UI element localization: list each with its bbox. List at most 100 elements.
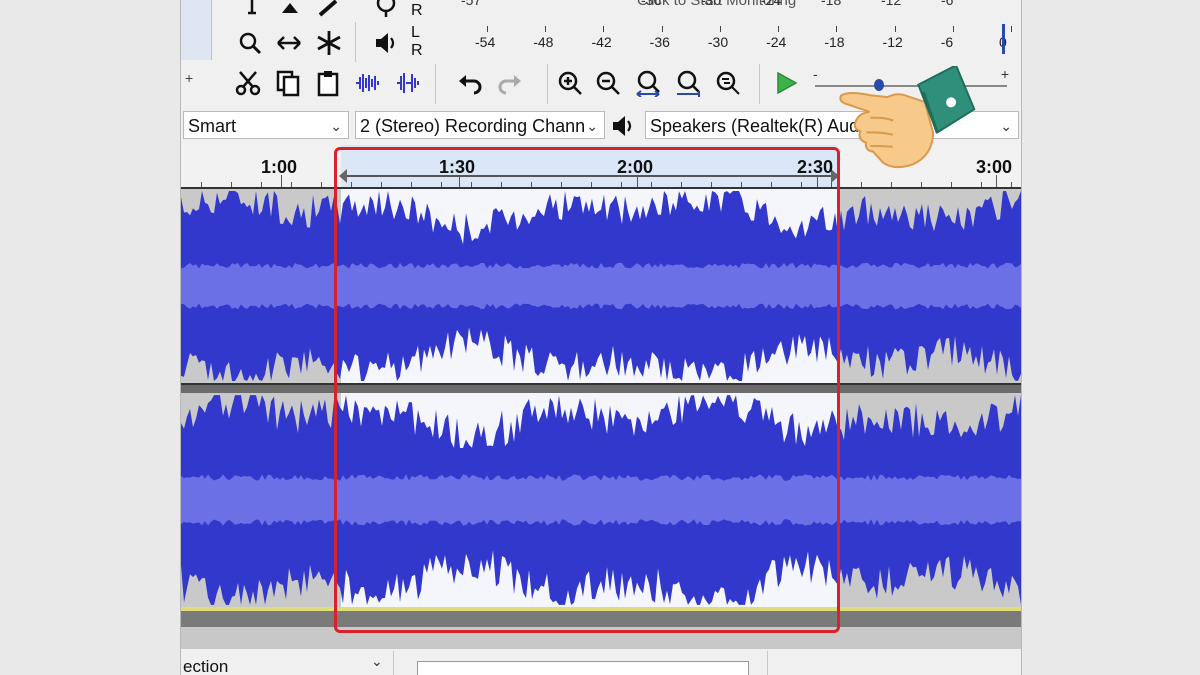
playback-meter-button[interactable] xyxy=(367,24,405,62)
pointing-hand-icon xyxy=(839,66,976,169)
meter-scale-label: -30 xyxy=(707,34,729,50)
record-meter-scale-label: -12 xyxy=(881,0,902,8)
multi-tool-button[interactable] xyxy=(310,24,348,62)
meter-tick xyxy=(545,26,547,32)
timeshift-tool-button[interactable] xyxy=(270,24,308,62)
zoom-in-button[interactable] xyxy=(551,64,589,102)
fit-selection-icon xyxy=(636,70,660,97)
record-meter-scale-label: -18 xyxy=(821,0,842,8)
toolbar-separator xyxy=(767,651,768,675)
audio-host-value: Smart xyxy=(188,116,237,136)
meter-tick xyxy=(894,26,896,32)
speaker-icon xyxy=(376,33,395,53)
timeline-label: 1:00 xyxy=(261,157,298,177)
meter-tick xyxy=(661,26,663,32)
record-meter-scale-label: -24 xyxy=(761,0,782,8)
playback-meter[interactable]: -54-48-42-36-30-24-18-12-60 xyxy=(427,26,1015,58)
timeline-minor-tick xyxy=(261,182,262,187)
recording-channels-select[interactable]: 2 (Stereo) Recording Chann ⌄ xyxy=(355,111,605,139)
meter-scale-label: -24 xyxy=(766,34,787,50)
timeline-major-tick xyxy=(996,175,997,187)
selection-toolbar: ection ⌄ xyxy=(181,648,1021,675)
toolbar-separator xyxy=(393,651,394,675)
envelope-icon xyxy=(282,3,298,13)
timeline-minor-tick xyxy=(201,182,202,187)
speed-slider-max: + xyxy=(1000,66,1009,82)
record-meter-r-label: R xyxy=(411,2,423,19)
meter-scale-label: -36 xyxy=(649,34,670,50)
playback-meter-end-marker xyxy=(1002,24,1005,54)
selection-tool-button[interactable] xyxy=(233,0,271,22)
paste-button[interactable] xyxy=(309,64,347,102)
draw-tool-button[interactable] xyxy=(309,0,347,22)
zoom-out-button[interactable] xyxy=(589,64,627,102)
meter-tick xyxy=(487,26,488,32)
timeline-major-tick xyxy=(281,175,282,187)
timeshift-icon xyxy=(277,36,301,50)
selection-highlight-box xyxy=(334,147,840,633)
redo-button[interactable] xyxy=(491,64,529,102)
fit-selection-button[interactable] xyxy=(629,64,667,102)
meter-tick xyxy=(836,26,838,32)
play-at-speed-button[interactable] xyxy=(767,64,805,102)
timeline-minor-tick xyxy=(1011,182,1012,187)
zoom-toggle-button[interactable] xyxy=(709,64,747,102)
zoom-in-icon xyxy=(558,71,582,95)
tools-toolbar-grip[interactable] xyxy=(181,0,212,60)
meter-scale-label: -48 xyxy=(533,34,554,50)
trim-icon xyxy=(356,74,379,92)
chevron-down-icon: ⌄ xyxy=(1000,118,1012,134)
recording-channels-value: 2 (Stereo) Recording Chann xyxy=(360,116,586,136)
zoom-tool-button[interactable] xyxy=(231,24,269,62)
meter-scale-label: -42 xyxy=(591,34,612,50)
undo-button[interactable] xyxy=(451,64,489,102)
cut-icon xyxy=(235,71,261,96)
copy-icon xyxy=(276,70,300,97)
toolbar-separator xyxy=(435,64,436,104)
meter-tick xyxy=(952,26,954,32)
cut-button[interactable] xyxy=(229,64,267,102)
record-meter-scale-label: -30 xyxy=(701,0,722,8)
top-toolbar-row: R Click to Start Monitoring -57 -36 -30 -24… xyxy=(181,0,1021,60)
fit-project-button[interactable] xyxy=(669,64,707,102)
timeline-minor-tick xyxy=(321,182,322,187)
silence-icon xyxy=(397,73,419,93)
record-meter-button[interactable] xyxy=(367,0,405,22)
undo-icon xyxy=(459,75,482,95)
timeline-minor-tick xyxy=(231,182,232,187)
paste-icon xyxy=(317,71,339,97)
meter-scale-label: -54 xyxy=(475,34,496,50)
meter-tick xyxy=(603,26,605,32)
playback-meter-r-label: R xyxy=(411,42,423,59)
silence-button[interactable] xyxy=(389,64,427,102)
meter-tick xyxy=(1011,26,1012,32)
toolbar-separator xyxy=(759,64,760,104)
trim-button[interactable] xyxy=(349,64,387,102)
draw-icon xyxy=(318,0,338,17)
record-meter-scale-label: -36 xyxy=(641,0,662,8)
chevron-down-icon[interactable]: ⌄ xyxy=(371,653,383,670)
copy-button[interactable] xyxy=(269,64,307,102)
zoom-toggle-icon xyxy=(716,71,740,95)
fit-project-icon xyxy=(677,70,700,97)
meter-tick xyxy=(719,26,721,32)
audio-host-select[interactable]: Smart ⌄ xyxy=(183,111,349,139)
selection-toolbar-label: ection xyxy=(183,657,229,675)
output-speaker-icon xyxy=(609,112,637,140)
record-meter-scale-label: -57 xyxy=(461,0,482,8)
redo-icon xyxy=(498,75,521,95)
microphone-icon xyxy=(376,0,396,17)
chevron-down-icon: ⌄ xyxy=(586,118,598,134)
toolbar-separator xyxy=(355,22,356,62)
chevron-down-icon: ⌄ xyxy=(330,118,342,134)
toolbar-separator xyxy=(547,64,548,104)
envelope-tool-button[interactable] xyxy=(271,0,309,22)
zoom-out-icon xyxy=(596,71,620,95)
selection-time-field[interactable] xyxy=(417,661,749,675)
zoom-tool-icon xyxy=(239,32,262,55)
edit-toolbar-grip[interactable]: + xyxy=(181,66,211,104)
timeline-minor-tick xyxy=(291,182,292,187)
meter-tick xyxy=(778,26,780,32)
meter-scale-label: -12 xyxy=(882,34,903,50)
meter-scale-label: -6 xyxy=(940,34,954,50)
